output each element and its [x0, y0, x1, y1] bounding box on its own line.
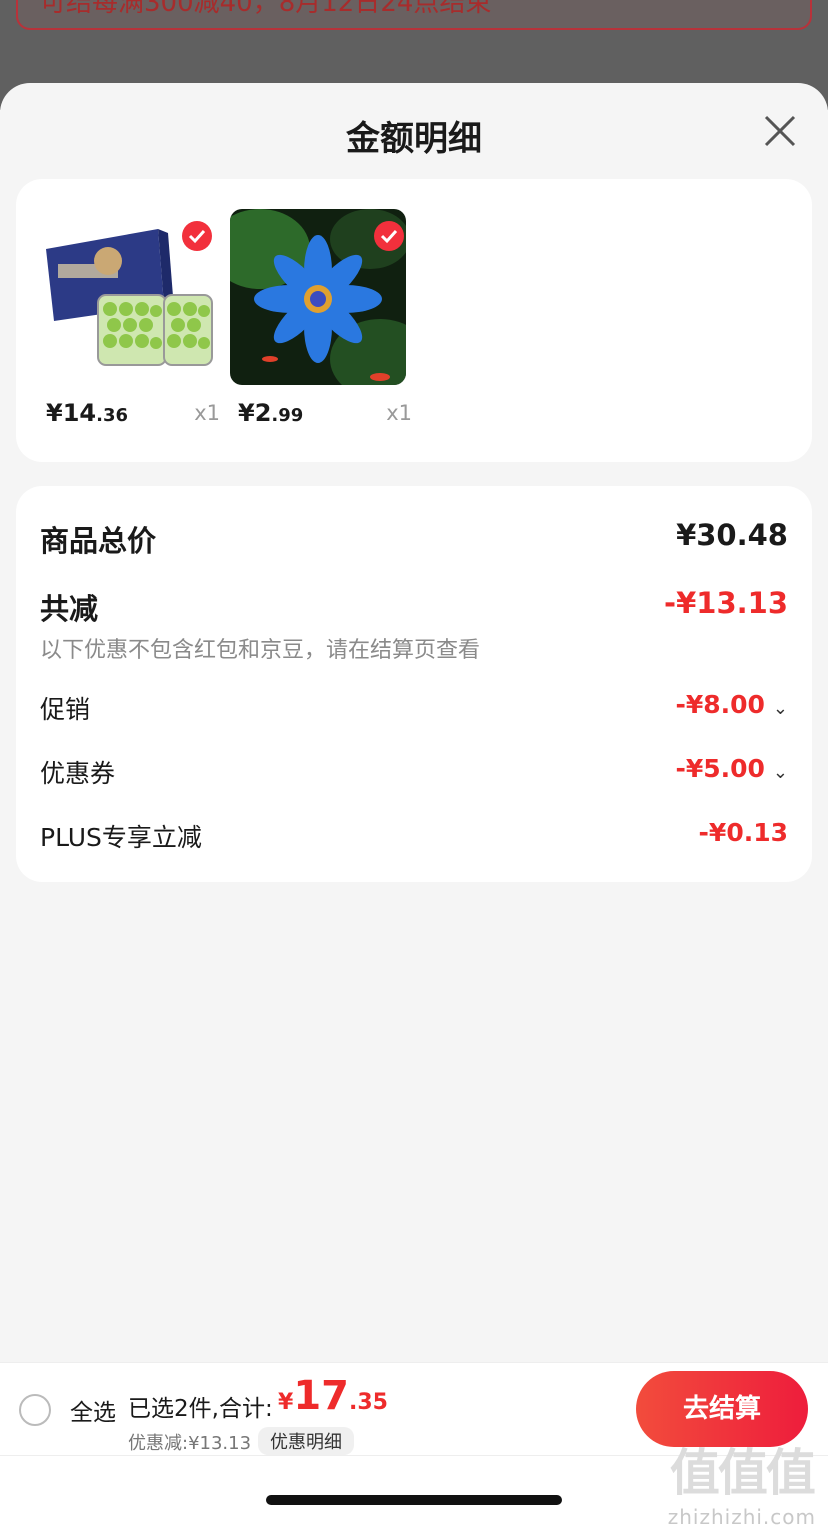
selected-count: 已选2件,合计:: [128, 1396, 273, 1422]
product-quantity: x1: [386, 401, 412, 425]
product-price: ¥2.99: [238, 399, 304, 427]
promo-banner-text: 可结每满300减40，8月12日24点结束: [40, 0, 492, 18]
total-price-row: 商品总价 ¥30.48: [40, 518, 788, 558]
coupon-value: -¥5.00: [675, 754, 765, 783]
total-price-label: 商品总价: [40, 524, 157, 558]
watermark: 值值值 zhizhizhi.com: [667, 1444, 816, 1529]
promo-banner: 可结每满300减40，8月12日24点结束: [16, 0, 812, 30]
sheet-title: 金额明细: [346, 119, 482, 159]
checked-icon[interactable]: [374, 221, 404, 251]
home-indicator: [266, 1495, 562, 1505]
product-quantity: x1: [194, 401, 220, 425]
product-image-lotus: [230, 209, 406, 385]
promo-label: 促销: [40, 695, 91, 724]
reduce-note: 以下优惠不包含红包和京豆，请在结算页查看: [40, 638, 481, 663]
total-reduce-value: -¥13.13: [664, 586, 788, 620]
checkout-bar: 全选 已选2件,合计: ¥17.35 优惠减:¥13.13 优惠明细 去结算 值…: [0, 1362, 828, 1529]
promo-row[interactable]: 促销 -¥8.00 ⌄: [40, 690, 788, 730]
product-item[interactable]: ¥2.99 x1: [230, 209, 412, 427]
product-image-grapes: [38, 209, 214, 385]
total-reduce-label: 共减: [40, 592, 99, 626]
discount-detail-button[interactable]: 优惠明细: [258, 1427, 354, 1455]
select-all-label[interactable]: 全选: [70, 1393, 116, 1427]
plus-value: -¥0.13: [698, 818, 788, 847]
select-all-radio[interactable]: [19, 1394, 51, 1426]
chevron-down-icon[interactable]: ⌄: [773, 762, 788, 783]
product-list-card: ¥14.36 x1 ¥2.99 x1: [16, 179, 812, 462]
coupon-label: 优惠券: [40, 759, 116, 788]
amount-detail-sheet: 金额明细 ¥14.36 x1 ¥2.99 x1 商品总价 ¥30.48 共减 -…: [0, 83, 828, 1520]
total-amount: ¥17.35: [278, 1373, 388, 1419]
discount-text: 优惠减:¥13.13: [128, 1433, 252, 1454]
promo-value: -¥8.00: [675, 690, 765, 719]
price-summary-card: 商品总价 ¥30.48 共减 -¥13.13 以下优惠不包含红包和京豆，请在结算…: [16, 486, 812, 882]
plus-row: PLUS专享立减 -¥0.13: [40, 818, 788, 858]
checked-icon[interactable]: [182, 221, 212, 251]
chevron-down-icon[interactable]: ⌄: [773, 698, 788, 719]
total-price-value: ¥30.48: [676, 518, 788, 552]
product-price: ¥14.36: [46, 399, 128, 427]
plus-label: PLUS专享立减: [40, 823, 202, 852]
coupon-row[interactable]: 优惠券 -¥5.00 ⌄: [40, 754, 788, 794]
total-reduce-row: 共减 -¥13.13: [40, 586, 788, 626]
close-icon[interactable]: [762, 113, 798, 149]
product-item[interactable]: ¥14.36 x1: [38, 209, 220, 427]
